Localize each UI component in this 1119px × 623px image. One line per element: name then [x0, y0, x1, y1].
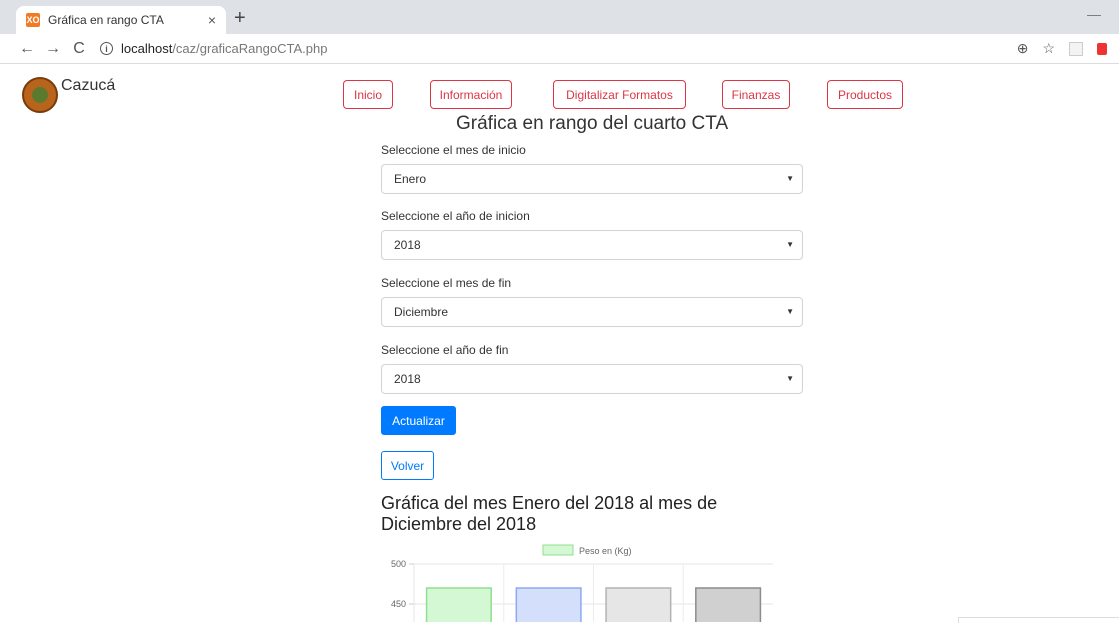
nav-productos-button[interactable]: Productos — [827, 80, 903, 109]
browser-tab-bar: XO Gráfica en rango CTA × + — — [0, 0, 1119, 34]
y-tick-label: 500 — [391, 559, 406, 569]
logo-icon — [22, 77, 58, 113]
start-month-select[interactable]: Enero ▼ — [381, 164, 803, 194]
url-host: localhost — [121, 41, 173, 56]
page: Cazucá Inicio Información Digitalizar Fo… — [0, 65, 1119, 623]
chevron-down-icon: ▼ — [786, 240, 794, 249]
nav-informacion-button[interactable]: Información — [430, 80, 512, 109]
brand[interactable]: Cazucá — [22, 77, 115, 113]
bar — [605, 587, 672, 622]
bar — [425, 587, 492, 622]
legend-label: Peso en (Kg) — [579, 546, 632, 556]
zoom-icon[interactable]: ⊕ — [1017, 40, 1029, 57]
nav-inicio-button[interactable]: Inicio — [343, 80, 393, 109]
reload-icon[interactable]: C — [66, 40, 92, 58]
url-path: /caz/graficaRangoCTA.php — [172, 41, 328, 56]
end-year-select[interactable]: 2018 ▼ — [381, 364, 803, 394]
bar — [695, 587, 762, 622]
start-month-label: Seleccione el mes de inicio — [381, 143, 526, 157]
start-year-select[interactable]: 2018 ▼ — [381, 230, 803, 260]
end-year-value: 2018 — [394, 372, 421, 386]
forward-arrow-icon[interactable]: → — [40, 40, 66, 58]
nav-digitalizar-button[interactable]: Digitalizar Formatos — [553, 80, 686, 109]
info-icon[interactable]: i — [100, 42, 113, 55]
start-year-label: Seleccione el año de inicion — [381, 209, 530, 223]
legend-swatch — [542, 544, 574, 556]
minimize-button[interactable]: — — [1087, 6, 1101, 22]
back-arrow-icon[interactable]: ← — [14, 40, 40, 58]
xampp-icon: XO — [26, 13, 40, 27]
brand-name: Cazucá — [61, 77, 116, 94]
chart-heading: Gráfica del mes Enero del 2018 al mes de… — [381, 493, 718, 534]
end-month-select[interactable]: Diciembre ▼ — [381, 297, 803, 327]
weight-bar-chart: Peso en (Kg) 500 450 — [391, 544, 773, 622]
chevron-down-icon: ▼ — [786, 374, 794, 383]
end-year-label: Seleccione el año de fin — [381, 343, 509, 357]
tab-title: Gráfica en rango CTA — [48, 13, 164, 27]
end-month-label: Seleccione el mes de fin — [381, 276, 512, 290]
chevron-down-icon: ▼ — [786, 307, 794, 316]
nav-finanzas-button[interactable]: Finanzas — [722, 80, 790, 109]
bar — [515, 587, 582, 622]
extension-red-icon[interactable] — [1097, 42, 1107, 55]
close-icon[interactable]: × — [208, 12, 216, 28]
update-button[interactable]: Actualizar — [381, 406, 456, 435]
page-title: Gráfica en rango del cuarto CTA — [456, 113, 729, 134]
chevron-down-icon: ▼ — [786, 174, 794, 183]
url-field[interactable]: i localhost/caz/graficaRangoCTA.php — [100, 38, 1000, 60]
address-bar: ← → C i localhost/caz/graficaRangoCTA.ph… — [0, 34, 1119, 64]
y-tick-label: 450 — [391, 599, 406, 609]
browser-tab[interactable]: XO Gráfica en rango CTA × — [16, 6, 226, 34]
star-icon[interactable]: ☆ — [1042, 40, 1055, 57]
extension-icon[interactable] — [1069, 41, 1083, 56]
start-year-value: 2018 — [394, 238, 421, 252]
back-button[interactable]: Volver — [381, 451, 434, 480]
start-month-value: Enero — [394, 172, 427, 186]
end-month-value: Diciembre — [394, 305, 449, 319]
status-box — [958, 617, 1119, 623]
new-tab-button[interactable]: + — [234, 8, 246, 28]
